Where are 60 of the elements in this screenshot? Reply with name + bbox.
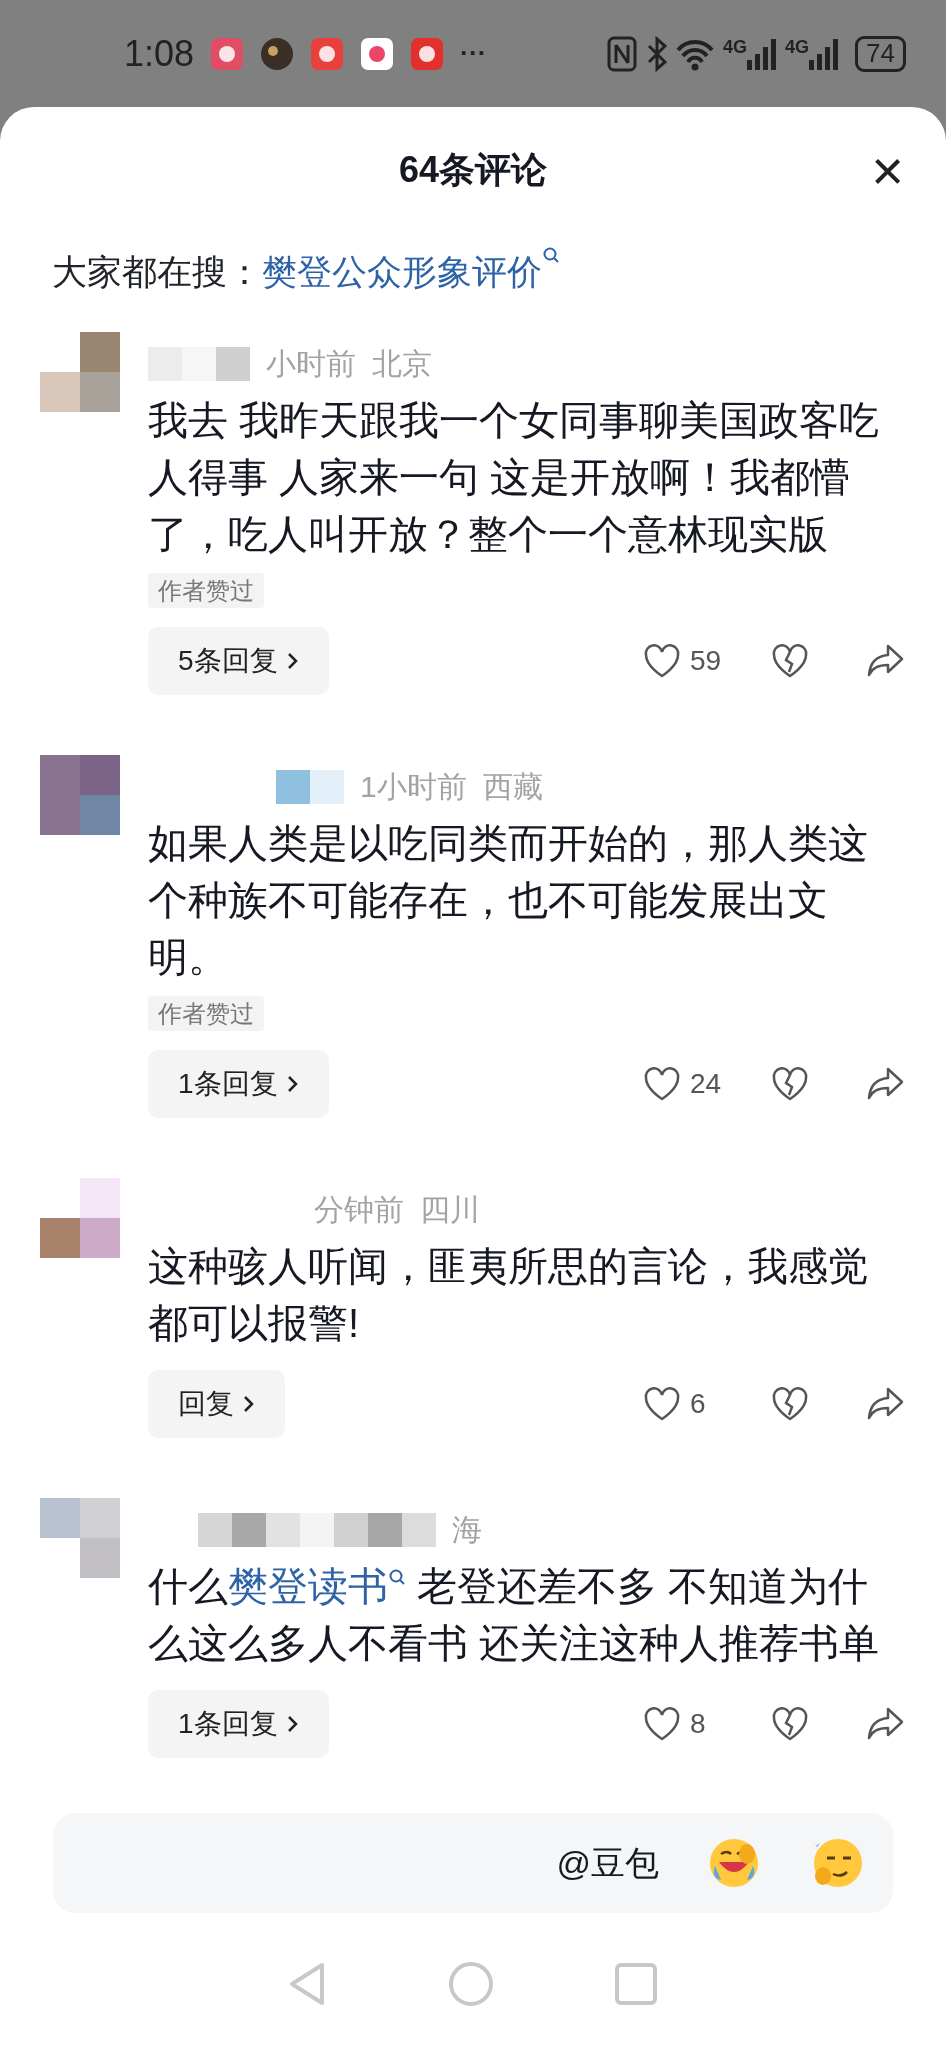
avatar[interactable] — [40, 1177, 120, 1258]
network-type: 4G — [785, 37, 810, 56]
search-label: 大家都在搜： — [52, 250, 262, 293]
comment-input[interactable]: @豆包 — [53, 1813, 893, 1913]
signal-icon — [747, 37, 778, 70]
comment-location: 西藏 — [482, 769, 543, 806]
app-icon — [310, 36, 345, 71]
replies-button[interactable]: 回复 — [148, 1369, 285, 1438]
comment-meta: 1小时前 — [360, 769, 467, 806]
nfc-icon — [607, 35, 638, 72]
network-type: 4G — [723, 37, 748, 56]
heart-icon[interactable] — [642, 1384, 682, 1423]
laughing-emoji-icon[interactable] — [707, 1836, 761, 1890]
battery-icon: 74 — [855, 35, 906, 72]
chevron-icon — [285, 1713, 299, 1734]
comment-meta: 小时前 — [266, 346, 356, 383]
comment-text: 这种骇人听闻，匪夷所思的言论，我感觉都可以报警! — [148, 1242, 869, 1347]
more-notifications: ··· — [460, 36, 487, 70]
broken-heart-icon[interactable] — [770, 641, 810, 680]
like-count: 59 — [690, 643, 723, 678]
blurred-name — [276, 769, 344, 804]
heart-icon[interactable] — [642, 1704, 682, 1743]
heart-icon[interactable] — [642, 641, 682, 680]
comments-title: 64条评论 — [398, 147, 547, 192]
comment-text: 我去 我昨天跟我一个女同事聊美国政客吃人得事 人家来一句 这是开放啊！我都懵了，吃人叫开放？整个一个意林现实版 — [148, 396, 881, 558]
app-icon — [260, 36, 295, 71]
search-icon — [388, 1567, 406, 1586]
app-icon — [410, 36, 445, 71]
mention-button[interactable]: @豆包 — [556, 1837, 659, 1889]
clock: 1:08 — [124, 31, 195, 76]
app-icon — [210, 36, 245, 71]
comment-text: 什么樊登读书 老登还差不多 不知道为什么这么多人不看书 还关注这种人推荐书单 — [148, 1562, 881, 1667]
chevron-icon — [285, 1073, 299, 1094]
search-link[interactable]: 樊登读书 — [228, 1563, 406, 1608]
search-icon — [542, 245, 560, 264]
comment-location: 四川 — [420, 1192, 480, 1229]
comment-text: 如果人类是以吃同类而开始的，那人类这个种族不可能存在，也不可能发展出文明。 — [148, 819, 869, 981]
chevron-icon — [285, 650, 299, 671]
comment-meta: 分钟前 — [314, 1192, 404, 1229]
replies-button[interactable]: 1条回复 — [148, 1049, 329, 1118]
search-link[interactable]: 樊登公众形象评价 — [262, 245, 560, 299]
like-count: 8 — [690, 1706, 707, 1741]
chevron-icon — [242, 1393, 255, 1414]
comment-location: 北京 — [372, 346, 432, 383]
author-liked-tag: 作者赞过 — [148, 572, 264, 608]
bluetooth-icon — [645, 35, 668, 72]
like-count: 6 — [690, 1386, 707, 1421]
broken-heart-icon[interactable] — [770, 1064, 810, 1103]
heart-icon[interactable] — [642, 1064, 682, 1103]
close-button[interactable]: × — [871, 143, 904, 199]
comment-meta: 海 — [452, 1512, 482, 1549]
author-liked-tag: 作者赞过 — [148, 995, 264, 1031]
app-icon — [360, 36, 395, 71]
like-count: 24 — [690, 1066, 723, 1101]
signal-icon — [809, 37, 840, 70]
broken-heart-icon[interactable] — [770, 1384, 810, 1423]
replies-button[interactable]: 1条回复 — [148, 1689, 329, 1758]
replies-button[interactable]: 5条回复 — [148, 626, 329, 695]
avatar[interactable] — [40, 331, 120, 412]
broken-heart-icon[interactable] — [770, 1704, 810, 1743]
